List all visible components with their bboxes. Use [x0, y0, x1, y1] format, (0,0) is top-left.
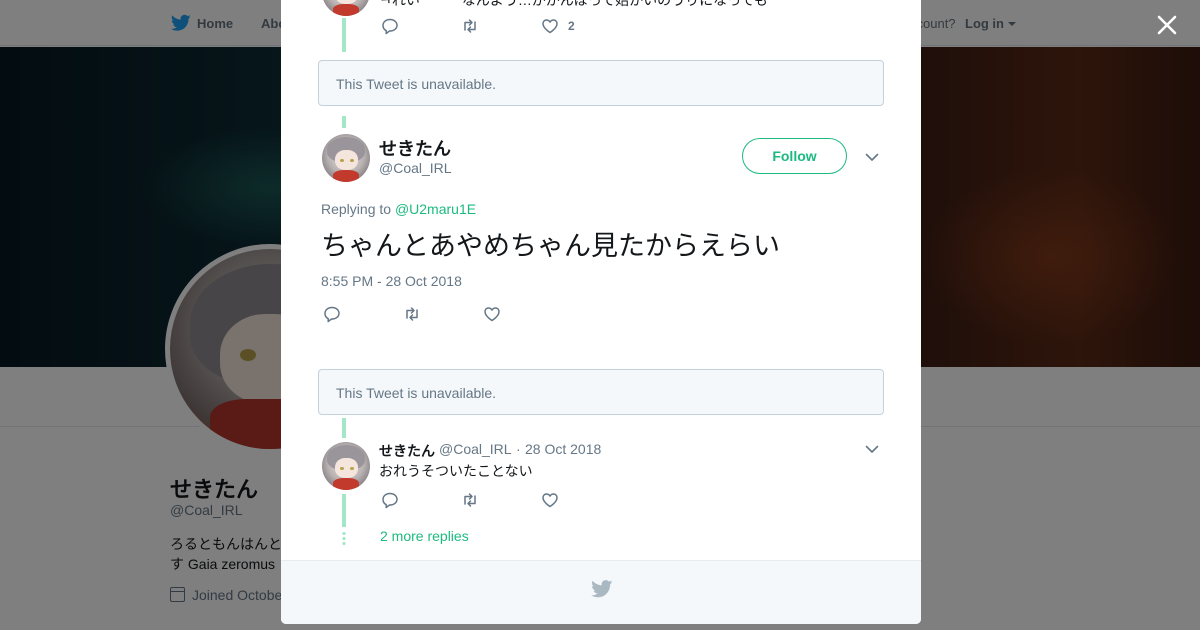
avatar[interactable] — [322, 134, 370, 182]
thread-more-dots — [342, 531, 346, 547]
reply-icon[interactable] — [381, 17, 399, 35]
modal-footer — [281, 560, 921, 624]
tweet-author-handle[interactable]: @Coal_IRL — [379, 160, 452, 176]
twitter-bird-icon — [591, 580, 613, 598]
retweet-icon[interactable] — [403, 305, 421, 323]
unavailable-tweet-text: This Tweet is unavailable. — [336, 76, 497, 92]
thread-connector-line — [342, 18, 346, 52]
avatar[interactable] — [322, 0, 370, 16]
thread-connector-line — [342, 494, 346, 527]
retweet-icon[interactable] — [461, 17, 479, 35]
avatar-face — [335, 150, 358, 171]
replying-to-line: Replying to @U2maru1E — [321, 201, 476, 217]
follow-button[interactable]: Follow — [742, 138, 847, 174]
tweet-timestamp[interactable]: 8:55 PM - 28 Oct 2018 — [321, 273, 462, 289]
close-icon[interactable] — [1152, 10, 1182, 40]
reply-icon[interactable] — [381, 491, 399, 509]
tweet-author-name[interactable]: せきたん — [379, 135, 451, 161]
heart-icon[interactable] — [483, 305, 501, 323]
retweet-icon[interactable] — [461, 491, 479, 509]
avatar[interactable] — [322, 442, 370, 490]
unavailable-tweet-notice: This Tweet is unavailable. — [318, 369, 884, 415]
like-count: 2 — [568, 19, 575, 33]
more-replies-link[interactable]: 2 more replies — [380, 528, 469, 544]
avatar-bow — [332, 477, 360, 490]
unavailable-tweet-text: This Tweet is unavailable. — [336, 385, 497, 401]
reply-icon[interactable] — [323, 305, 341, 323]
thread-connector-line — [342, 418, 346, 438]
tweet-text: ちゃんとあやめちゃん見たからえらい — [321, 231, 780, 262]
replying-to-link[interactable]: @U2maru1E — [395, 201, 476, 217]
chevron-down-icon[interactable] — [864, 441, 880, 457]
tweet-author-handle[interactable]: @Coal_IRL — [439, 441, 512, 457]
heart-icon[interactable] — [541, 491, 559, 509]
meta-separator: · — [516, 441, 521, 457]
unavailable-tweet-notice: This Tweet is unavailable. — [318, 60, 884, 106]
tweet-date[interactable]: 28 Oct 2018 — [525, 441, 601, 457]
avatar-bow — [332, 3, 360, 16]
tweet-text: おれうそついたことない — [379, 464, 533, 480]
tweet-text-clipped: ㅋれい なんよう…ががんばって始かいのうりになっても — [379, 0, 768, 8]
thread-connector-line — [342, 116, 346, 128]
replying-to-prefix: Replying to — [321, 201, 392, 217]
avatar-bow — [332, 169, 360, 182]
heart-icon[interactable] — [541, 17, 559, 35]
tweet-thread-modal: ㅋれい なんよう…ががんばって始かいのうりになっても 2 This Tweet … — [281, 0, 921, 624]
tweet-author-name[interactable]: せきたん — [379, 441, 435, 461]
chevron-down-icon[interactable] — [864, 149, 880, 165]
avatar-face — [335, 458, 358, 479]
